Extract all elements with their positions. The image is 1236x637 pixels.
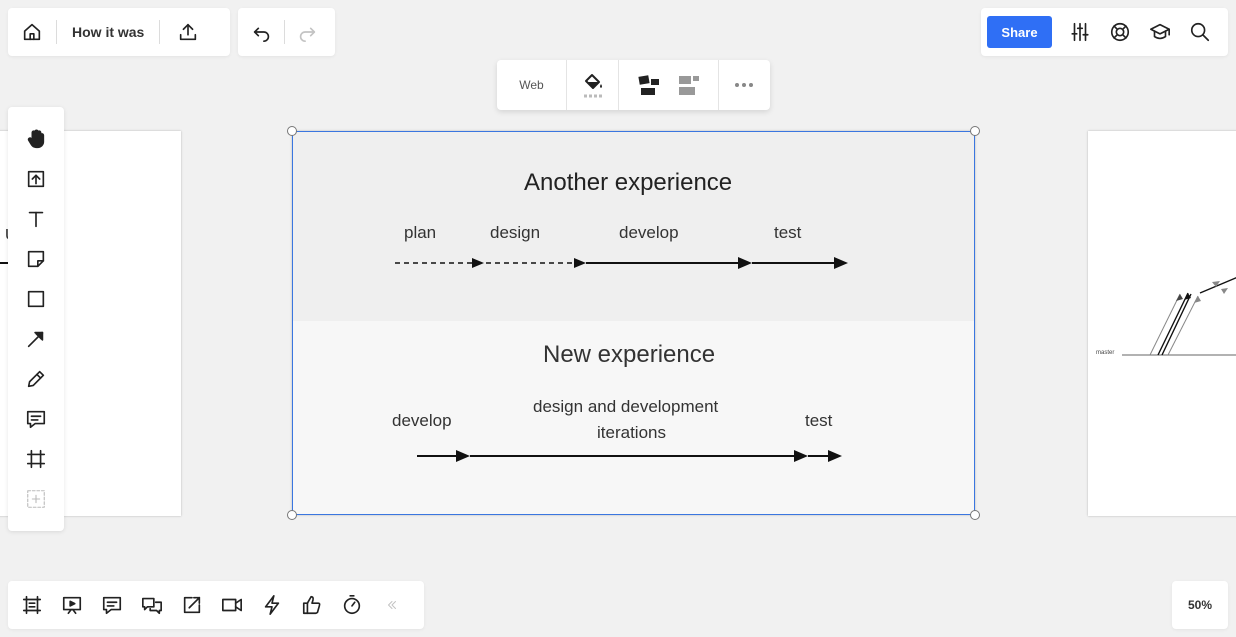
timer-icon[interactable] bbox=[336, 589, 368, 621]
bring-forward-icon[interactable] bbox=[637, 73, 661, 97]
phase2-label-design-line1[interactable]: design and development bbox=[533, 397, 718, 417]
frame-icon[interactable] bbox=[16, 439, 56, 479]
comment-icon[interactable] bbox=[16, 399, 56, 439]
context-toolbar: Web bbox=[497, 60, 770, 110]
frames-icon[interactable] bbox=[16, 589, 48, 621]
phase2-label-test[interactable]: test bbox=[805, 411, 832, 431]
branch-master-label: master bbox=[1096, 350, 1115, 356]
paint-bucket-icon bbox=[583, 74, 602, 98]
chat-icon[interactable] bbox=[136, 589, 168, 621]
resize-handle-top-right[interactable] bbox=[970, 126, 980, 136]
resize-handle-top-left[interactable] bbox=[287, 126, 297, 136]
history-controls bbox=[238, 8, 335, 56]
notes-icon[interactable] bbox=[96, 589, 128, 621]
pen-icon[interactable] bbox=[16, 359, 56, 399]
arrow-icon[interactable] bbox=[16, 319, 56, 359]
left-toolbar bbox=[8, 107, 64, 531]
upload-icon[interactable] bbox=[16, 159, 56, 199]
rectangle-icon[interactable] bbox=[16, 279, 56, 319]
top-right-toolbar: Share bbox=[981, 8, 1228, 56]
font-selector[interactable]: Web bbox=[497, 60, 567, 110]
more-dots-icon bbox=[735, 83, 753, 87]
section2-title[interactable]: New experience bbox=[543, 341, 715, 369]
export-icon[interactable] bbox=[172, 16, 204, 48]
board-header: How it was bbox=[8, 8, 230, 56]
git-branch-sketch bbox=[1122, 277, 1236, 356]
text-icon[interactable] bbox=[16, 199, 56, 239]
divider bbox=[159, 20, 161, 44]
video-icon[interactable] bbox=[216, 589, 248, 621]
board-title[interactable]: How it was bbox=[57, 24, 159, 40]
hand-icon[interactable] bbox=[16, 119, 56, 159]
divider bbox=[284, 20, 285, 44]
frame-right[interactable]: master bbox=[1088, 131, 1236, 516]
help-lifebuoy-icon[interactable] bbox=[1104, 16, 1136, 48]
settings-sliders-icon[interactable] bbox=[1064, 16, 1096, 48]
home-icon[interactable] bbox=[16, 16, 48, 48]
more-options-button[interactable] bbox=[719, 60, 769, 110]
add-more-icon[interactable] bbox=[16, 479, 56, 519]
arrange-controls bbox=[619, 60, 719, 110]
send-backward-icon[interactable] bbox=[677, 73, 701, 97]
resize-handle-bottom-left[interactable] bbox=[287, 510, 297, 520]
collapse-icon[interactable] bbox=[376, 589, 408, 621]
phase2-label-develop[interactable]: develop bbox=[392, 411, 452, 431]
search-icon[interactable] bbox=[1184, 16, 1216, 48]
fill-color-button[interactable] bbox=[567, 60, 619, 110]
bottom-toolbar bbox=[8, 581, 424, 629]
resize-handle-bottom-right[interactable] bbox=[970, 510, 980, 520]
main-frame[interactable]: Another experience plan design develop t… bbox=[292, 131, 975, 515]
redo-icon[interactable] bbox=[291, 16, 323, 48]
thumbs-up-icon[interactable] bbox=[296, 589, 328, 621]
share-screen-icon[interactable] bbox=[176, 589, 208, 621]
undo-icon[interactable] bbox=[246, 16, 278, 48]
flow-arrows bbox=[395, 257, 848, 462]
phase2-label-design-line2[interactable]: iterations bbox=[597, 423, 666, 443]
lightning-icon[interactable] bbox=[256, 589, 288, 621]
share-button[interactable]: Share bbox=[987, 16, 1052, 48]
learning-cap-icon[interactable] bbox=[1144, 16, 1176, 48]
presentation-icon[interactable] bbox=[56, 589, 88, 621]
sticky-note-icon[interactable] bbox=[16, 239, 56, 279]
zoom-level[interactable]: 50% bbox=[1172, 581, 1228, 629]
